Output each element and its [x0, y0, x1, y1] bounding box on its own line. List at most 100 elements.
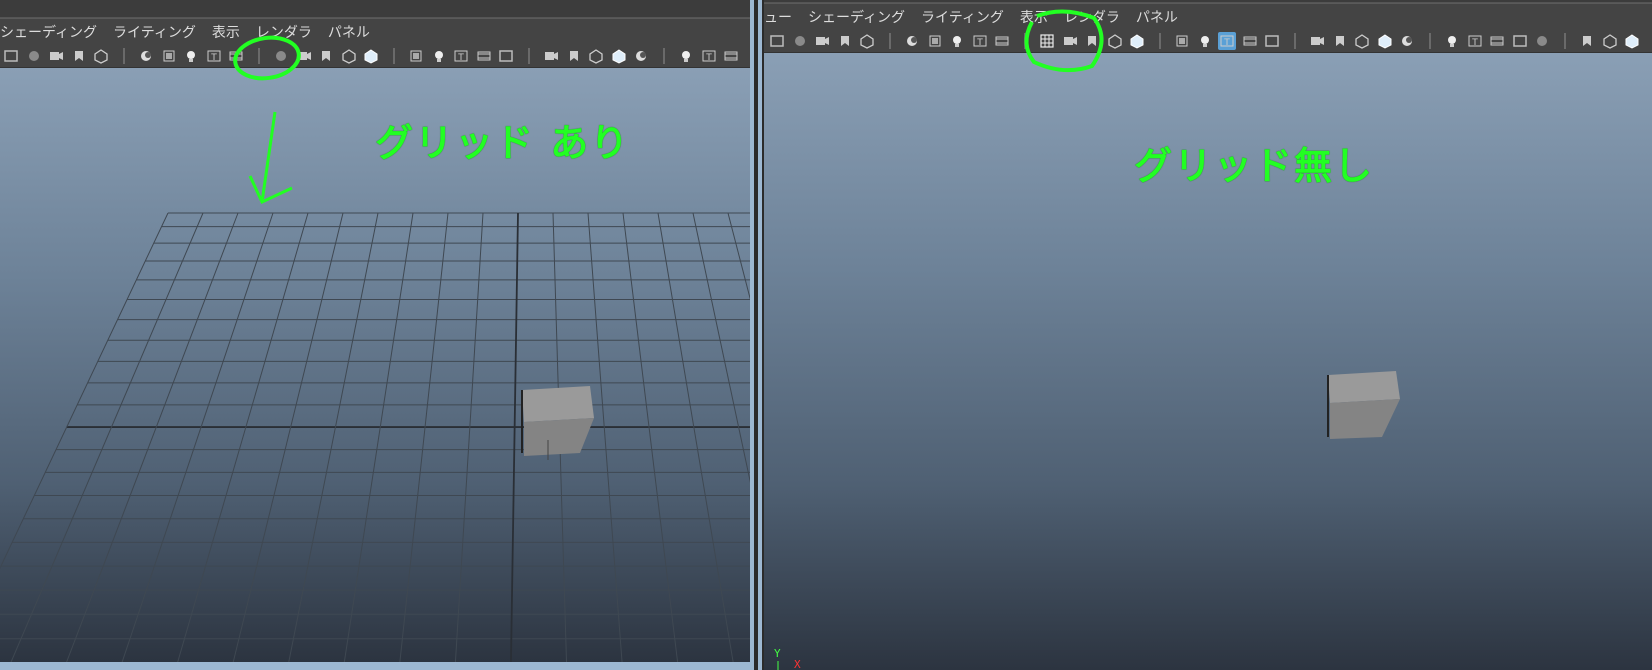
toolbar-button-icon[interactable]: [340, 47, 358, 65]
menu-lighting[interactable]: ライティング: [113, 22, 196, 42]
toolbar-button-icon[interactable]: [1263, 32, 1281, 50]
toolbar-button-icon[interactable]: [1308, 32, 1326, 50]
toolbar-button-icon[interactable]: [1196, 32, 1214, 50]
toolbar-button-icon[interactable]: [1398, 32, 1416, 50]
toolbar-button-icon[interactable]: [610, 47, 628, 65]
toolbar-button-icon[interactable]: [542, 47, 560, 65]
toolbar-button-icon[interactable]: [1353, 32, 1371, 50]
toolbar-button-icon[interactable]: [70, 47, 88, 65]
toolbar-button-icon[interactable]: [2, 47, 20, 65]
panel-top-strip: [0, 0, 750, 18]
panel-bottom-border: [0, 662, 750, 670]
toolbar-button-icon[interactable]: [1061, 32, 1079, 50]
toolbar-button-icon[interactable]: [1106, 32, 1124, 50]
svg-text:T: T: [1223, 38, 1230, 48]
panel-toolbar: TTT: [764, 29, 1652, 53]
menu-panels[interactable]: パネル: [1136, 7, 1178, 27]
annotation-grid-off: グリッド無し: [1134, 144, 1375, 188]
toolbar-button-icon[interactable]: [407, 47, 425, 65]
toolbar-button-icon[interactable]: [1533, 32, 1551, 50]
toolbar-button-icon[interactable]: [791, 32, 809, 50]
toolbar-button-icon[interactable]: [587, 47, 605, 65]
toolbar-separator: [257, 48, 260, 64]
toolbar-button-icon[interactable]: T: [1218, 32, 1236, 50]
toolbar-button-icon[interactable]: [1511, 32, 1529, 50]
menu-renderer[interactable]: レンダラ: [1064, 7, 1120, 27]
menu-view-partial[interactable]: ュー: [764, 7, 792, 27]
toolbar-button-icon[interactable]: T: [452, 47, 470, 65]
toolbar-button-icon[interactable]: [25, 47, 43, 65]
toolbar-button-icon[interactable]: [836, 32, 854, 50]
grid-toggle-icon[interactable]: [1038, 32, 1056, 50]
toolbar-separator: [1563, 33, 1566, 49]
toolbar-button-icon[interactable]: [272, 47, 290, 65]
toolbar-separator: [888, 33, 891, 49]
toolbar-separator: [527, 48, 530, 64]
toolbar-button-icon[interactable]: [813, 32, 831, 50]
toolbar-button-icon[interactable]: [362, 47, 380, 65]
toolbar-button-icon[interactable]: [1488, 32, 1506, 50]
menu-panels[interactable]: パネル: [328, 22, 370, 42]
toolbar-button-icon[interactable]: [1578, 32, 1596, 50]
toolbar-separator: [1158, 33, 1161, 49]
toolbar-button-icon[interactable]: [1623, 32, 1641, 50]
toolbar-button-icon[interactable]: [137, 47, 155, 65]
toolbar-button-icon[interactable]: [47, 47, 65, 65]
menu-show[interactable]: 表示: [1020, 7, 1048, 27]
toolbar-button-icon[interactable]: [475, 47, 493, 65]
toolbar-separator: [1293, 33, 1296, 49]
toolbar-button-icon[interactable]: [1173, 32, 1191, 50]
toolbar-button-icon[interactable]: [317, 47, 335, 65]
annotation-grid-on: グリッド あり: [375, 121, 631, 165]
panel-menu-bar: シェーディング ライティング 表示 レンダラ パネル: [0, 18, 750, 44]
menu-show[interactable]: 表示: [212, 22, 240, 42]
toolbar-button-icon[interactable]: [722, 47, 740, 65]
viewport-panel-right: ュー シェーディング ライティング 表示 レンダラ パネル T T T Y X グリ…: [764, 0, 1652, 670]
toolbar-button-icon[interactable]: [227, 47, 245, 65]
panel-divider[interactable]: [750, 0, 764, 670]
toolbar-button-icon[interactable]: T: [971, 32, 989, 50]
toolbar-button-icon[interactable]: T: [700, 47, 718, 65]
toolbar-button-icon[interactable]: [1443, 32, 1461, 50]
toolbar-button-icon[interactable]: T: [205, 47, 223, 65]
toolbar-button-icon[interactable]: [1083, 32, 1101, 50]
svg-text:T: T: [210, 53, 217, 63]
toolbar-button-icon[interactable]: [926, 32, 944, 50]
toolbar-button-icon[interactable]: [565, 47, 583, 65]
toolbar-separator: [662, 48, 665, 64]
toolbar-button-icon[interactable]: [92, 47, 110, 65]
toolbar-button-icon[interactable]: [182, 47, 200, 65]
panel-toolbar: TTT: [0, 44, 750, 68]
toolbar-button-icon[interactable]: [632, 47, 650, 65]
toolbar-button-icon[interactable]: [497, 47, 515, 65]
axis-x-label: X: [794, 658, 801, 670]
svg-text:T: T: [1471, 38, 1478, 48]
svg-text:T: T: [976, 38, 983, 48]
toolbar-button-icon[interactable]: [903, 32, 921, 50]
toolbar-button-icon[interactable]: [1601, 32, 1619, 50]
toolbar-button-icon[interactable]: [948, 32, 966, 50]
toolbar-button-icon[interactable]: [295, 47, 313, 65]
panel-menu-bar: ュー シェーディング ライティング 表示 レンダラ パネル: [764, 3, 1652, 29]
toolbar-button-icon[interactable]: T: [1466, 32, 1484, 50]
toolbar-separator: [1023, 33, 1026, 49]
toolbar-button-icon[interactable]: [430, 47, 448, 65]
svg-text:T: T: [705, 53, 712, 63]
toolbar-button-icon[interactable]: [768, 32, 786, 50]
toolbar-button-icon[interactable]: [858, 32, 876, 50]
menu-shading[interactable]: シェーディング: [808, 7, 905, 27]
svg-text:T: T: [457, 53, 464, 63]
menu-renderer[interactable]: レンダラ: [256, 22, 312, 42]
toolbar-button-icon[interactable]: [993, 32, 1011, 50]
toolbar-separator: [1428, 33, 1431, 49]
menu-shading[interactable]: シェーディング: [0, 22, 97, 42]
toolbar-button-icon[interactable]: [160, 47, 178, 65]
toolbar-separator: [392, 48, 395, 64]
toolbar-separator: [122, 48, 125, 64]
toolbar-button-icon[interactable]: [1241, 32, 1259, 50]
toolbar-button-icon[interactable]: [1331, 32, 1349, 50]
toolbar-button-icon[interactable]: [1376, 32, 1394, 50]
toolbar-button-icon[interactable]: [677, 47, 695, 65]
menu-lighting[interactable]: ライティング: [921, 7, 1004, 27]
toolbar-button-icon[interactable]: [1128, 32, 1146, 50]
